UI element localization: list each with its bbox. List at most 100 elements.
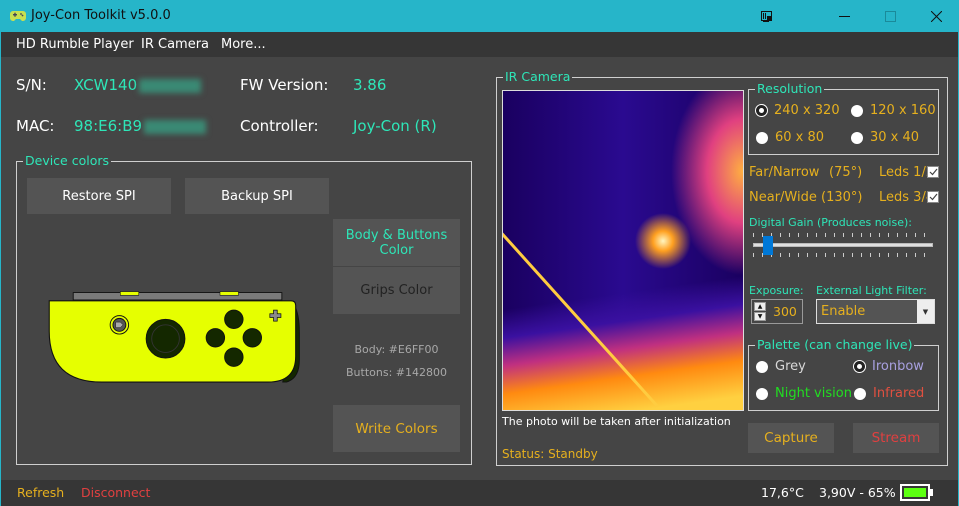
ir-camera-image: [502, 90, 744, 411]
chevron-down-icon[interactable]: ▼: [917, 300, 934, 323]
far-narrow-checkbox[interactable]: [927, 166, 939, 178]
checkmark-icon: [929, 193, 937, 201]
stream-button[interactable]: Stream: [853, 423, 939, 453]
body-buttons-color-button[interactable]: Body & Buttons Color: [333, 219, 460, 266]
resolution-30x40-radio[interactable]: 30 x 40: [851, 130, 919, 145]
minimize-icon: [838, 15, 850, 17]
title-bar: Joy-Con Toolkit v5.0.0: [1, 1, 958, 32]
resolution-120x160-label: 120 x 160: [870, 103, 936, 118]
checkmark-icon: [929, 168, 937, 176]
menu-item-ir-camera[interactable]: IR Camera: [141, 37, 209, 52]
resolution-30x40-label: 30 x 40: [870, 130, 920, 145]
radio-icon: [756, 387, 768, 400]
radio-checked-icon: [756, 105, 767, 116]
status-bar: Refresh Disconnect 17,6°C 3,90V - 65%: [1, 480, 958, 506]
mac-label: MAC:: [16, 117, 55, 135]
exposure-label: Exposure:: [749, 284, 804, 297]
pip-icon: [761, 10, 772, 22]
resolution-title: Resolution: [755, 81, 825, 97]
palette-night-vision-radio[interactable]: Night vision: [756, 386, 852, 401]
palette-grey-label: Grey: [775, 359, 806, 374]
camera-status: Status: Standby: [502, 447, 598, 461]
ir-camera-title: IR Camera: [503, 69, 573, 85]
disconnect-link[interactable]: Disconnect: [81, 485, 150, 500]
maximize-button[interactable]: [867, 1, 913, 32]
app-window: Joy-Con Toolkit v5.0.0 HD Rumble Player …: [0, 0, 959, 506]
sn-value-text: XCW140: [74, 76, 138, 94]
palette-ironbow-label: Ironbow: [872, 359, 924, 374]
palette-group: Palette (can change live) Grey Ironbow N…: [748, 337, 939, 411]
near-wide-name: Near/Wide: [749, 190, 817, 205]
refresh-link[interactable]: Refresh: [17, 485, 64, 500]
stepper-up-icon[interactable]: ▲: [754, 302, 766, 311]
gamepad-icon: [10, 11, 26, 21]
close-icon: [930, 11, 942, 22]
resolution-60x80-radio[interactable]: 60 x 80: [756, 130, 824, 145]
controller-label: Controller:: [240, 117, 319, 135]
battery-icon: [900, 484, 933, 501]
button-b: [224, 347, 244, 367]
slider-ticks-top: [753, 233, 933, 237]
palette-title: Palette (can change live): [755, 337, 915, 353]
sn-redacted: [139, 78, 202, 93]
fw-version-label: FW Version:: [240, 76, 329, 94]
menu-bar: HD Rumble Player IR Camera More...: [1, 32, 958, 57]
restore-spi-button[interactable]: Restore SPI: [27, 178, 171, 214]
near-wide-leds: Leds 3/4: [879, 190, 935, 205]
far-narrow-name: Far/Narrow: [749, 165, 820, 180]
menu-item-hd-rumble-player[interactable]: HD Rumble Player: [16, 37, 134, 52]
menu-item-more[interactable]: More...: [221, 37, 266, 52]
resolution-240x320-radio[interactable]: 240 x 320: [756, 103, 840, 118]
temperature-readout: 17,6°C: [761, 485, 804, 500]
far-narrow-angle: (75°): [829, 165, 863, 180]
resolution-60x80-label: 60 x 80: [775, 130, 825, 145]
palette-ironbow-radio[interactable]: Ironbow: [854, 359, 924, 374]
near-wide-angle: (130°): [821, 190, 863, 205]
resolution-group: Resolution 240 x 320 120 x 160 60 x 80 3…: [748, 81, 939, 155]
palette-grey-radio[interactable]: Grey: [756, 359, 806, 374]
light-filter-select[interactable]: Enable ▼: [816, 299, 935, 324]
resolution-120x160-radio[interactable]: 120 x 160: [851, 103, 936, 118]
exposure-stepper[interactable]: ▲ ▼ 300: [751, 299, 803, 324]
photo-note: The photo will be taken after initializa…: [502, 415, 731, 428]
palette-infrared-label: Infrared: [873, 386, 925, 401]
slider-ticks-bottom: [753, 253, 933, 257]
digital-gain-slider[interactable]: [753, 233, 933, 263]
minimize-button[interactable]: [821, 1, 867, 32]
palette-night-vision-label: Night vision: [775, 386, 852, 401]
slider-track: [753, 243, 933, 247]
sn-label: S/N:: [16, 76, 47, 94]
sn-value: XCW140: [74, 76, 202, 94]
close-button[interactable]: [913, 1, 959, 32]
mac-value-text: 98:E6:B9: [74, 117, 143, 135]
buttons-color-text: Buttons: #142800: [346, 366, 447, 379]
radio-icon: [851, 104, 863, 117]
body-color-text: Body: #E6FF00: [354, 343, 439, 356]
battery-readout: 3,90V - 65%: [819, 485, 896, 500]
capture-button[interactable]: Capture: [748, 423, 834, 453]
grips-color-button[interactable]: Grips Color: [333, 267, 460, 314]
far-narrow-leds: Leds 1/2: [879, 165, 935, 180]
battery-fill: [904, 488, 926, 497]
maximize-icon: [884, 11, 896, 22]
slider-thumb[interactable]: [763, 236, 773, 255]
resolution-240x320-label: 240 x 320: [774, 103, 840, 118]
button-y: [205, 328, 226, 348]
near-wide-checkbox[interactable]: [927, 191, 939, 203]
stepper-down-icon[interactable]: ▼: [754, 312, 766, 321]
radio-checked-icon: [854, 361, 865, 372]
radio-icon: [756, 360, 768, 373]
backup-spi-button[interactable]: Backup SPI: [185, 178, 329, 214]
radio-icon: [851, 131, 863, 144]
exposure-value: 300: [773, 304, 797, 319]
controller-value: Joy-Con (R): [353, 117, 437, 135]
button-x: [224, 309, 244, 329]
write-colors-button[interactable]: Write Colors: [333, 405, 460, 452]
radio-icon: [756, 131, 768, 144]
device-colors-title: Device colors: [23, 153, 112, 169]
digital-gain-label: Digital Gain (Produces noise):: [749, 216, 912, 229]
fw-version-value: 3.86: [353, 76, 387, 94]
ir-camera-group: IR Camera The photo will be taken after …: [496, 69, 948, 466]
palette-infrared-radio[interactable]: Infrared: [854, 386, 924, 401]
pip-button[interactable]: [744, 1, 790, 32]
